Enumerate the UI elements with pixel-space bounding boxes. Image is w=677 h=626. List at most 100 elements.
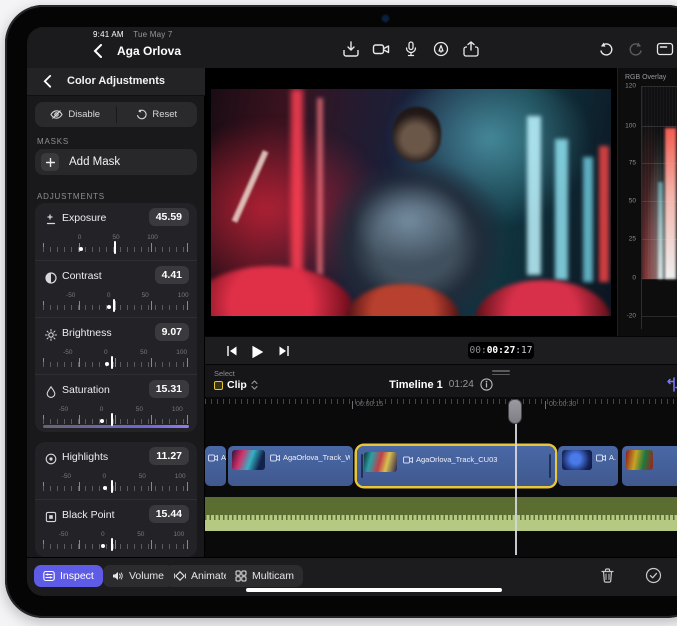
axis-label: 100 bbox=[620, 123, 636, 130]
axis-label: 25 bbox=[620, 236, 636, 243]
magnetic-timeline-icon[interactable] bbox=[667, 377, 677, 392]
waveform-peak bbox=[665, 128, 676, 279]
slider-value[interactable]: 15.44 bbox=[149, 505, 189, 523]
inspect-button[interactable]: Inspect bbox=[34, 565, 103, 587]
timeline-clip[interactable]: A... bbox=[558, 446, 618, 486]
multicam-label: Multicam bbox=[252, 570, 294, 582]
timeline-clip[interactable] bbox=[622, 446, 677, 486]
slider-value[interactable]: 11.27 bbox=[149, 447, 189, 465]
slider-value[interactable]: 15.31 bbox=[149, 380, 189, 398]
status-date: Tue May 7 bbox=[133, 30, 172, 39]
tick-label: 0 bbox=[107, 292, 111, 299]
inspector-icon bbox=[43, 570, 55, 582]
value-marker[interactable] bbox=[111, 538, 113, 551]
audio-track[interactable] bbox=[205, 497, 677, 531]
skip-forward-icon[interactable] bbox=[277, 344, 291, 358]
clip-name: AgaOrlova_Track_Wid... bbox=[283, 453, 350, 462]
tick-label: 100 bbox=[173, 531, 184, 538]
clip-name: A... bbox=[609, 453, 616, 462]
slider-ruler[interactable]: 0 50 100 bbox=[43, 234, 189, 256]
timeline-body: 00:00:15 00:00:30 Ag... AgaOrlova_Track_… bbox=[205, 397, 677, 558]
axis-label: -20 bbox=[620, 313, 636, 320]
tick-label: -50 bbox=[59, 406, 68, 413]
minor-ticks bbox=[43, 362, 189, 367]
project-title[interactable]: Aga Orlova bbox=[117, 44, 181, 58]
tick-label: 100 bbox=[147, 234, 158, 241]
record-audio-icon[interactable] bbox=[402, 41, 420, 57]
slider-value[interactable]: 9.07 bbox=[155, 323, 189, 341]
tick-label: 100 bbox=[178, 292, 189, 299]
back-chevron-icon[interactable] bbox=[93, 44, 103, 57]
slider-ruler[interactable]: -50 0 50 100 bbox=[43, 349, 189, 371]
record-video-icon[interactable] bbox=[372, 41, 390, 57]
slider-brightness: Brightness 9.07 -50 0 50 100 bbox=[35, 317, 197, 374]
import-icon[interactable] bbox=[342, 41, 360, 57]
slider-ruler[interactable]: -50 0 50 100 bbox=[43, 531, 189, 553]
value-marker[interactable] bbox=[111, 356, 113, 369]
viewer-area: RGB Overlay 120 100 75 50 25 0 -20 bbox=[205, 68, 677, 336]
tick-label: -50 bbox=[59, 531, 68, 538]
slider-ruler[interactable]: -50 0 50 100 bbox=[43, 473, 189, 495]
scope-plot bbox=[641, 86, 677, 329]
tick-label: 100 bbox=[172, 406, 183, 413]
browser-panel-icon[interactable] bbox=[656, 41, 674, 57]
disable-reset-group: Disable Reset bbox=[35, 102, 197, 127]
info-icon[interactable] bbox=[480, 378, 493, 391]
timeline-clip[interactable]: Ag... bbox=[205, 446, 226, 486]
drummer-head bbox=[393, 107, 441, 161]
playhead-handle[interactable] bbox=[508, 399, 522, 424]
pencil-tool-icon[interactable] bbox=[432, 41, 450, 57]
disable-button[interactable]: Disable bbox=[35, 102, 116, 127]
slider-label: Saturation bbox=[62, 384, 110, 396]
trim-handle-left[interactable] bbox=[361, 454, 363, 478]
slider-saturation: Saturation 15.31 -50 0 50 100 bbox=[35, 374, 197, 431]
eye-slash-icon bbox=[50, 109, 63, 120]
volume-button[interactable]: Volume bbox=[103, 565, 173, 587]
slider-value[interactable]: 45.59 bbox=[149, 208, 189, 226]
timeline-clip-selected[interactable]: AgaOrlova_Track_CU03 bbox=[357, 446, 555, 486]
trash-icon[interactable] bbox=[599, 567, 616, 584]
tick-label: 0 bbox=[78, 234, 82, 241]
timecode-display[interactable]: 00: 00:27 :17 bbox=[468, 342, 534, 359]
clip-thumbnail bbox=[232, 450, 265, 470]
value-marker[interactable] bbox=[111, 413, 113, 426]
status-time: 9:41 AM bbox=[93, 30, 124, 39]
play-button[interactable] bbox=[249, 344, 265, 358]
timeline-ruler[interactable]: 00:00:15 00:00:30 bbox=[205, 397, 677, 413]
axis-label: 75 bbox=[620, 160, 636, 167]
timeline-clip[interactable]: AgaOrlova_Track_Wid... bbox=[228, 446, 353, 486]
plus-icon bbox=[41, 153, 59, 171]
trim-handle-right[interactable] bbox=[549, 454, 551, 478]
minor-ticks bbox=[43, 247, 189, 252]
clip-name: Ag... bbox=[221, 453, 226, 462]
slider-ruler[interactable]: -50 0 50 100 bbox=[43, 292, 189, 314]
value-marker[interactable] bbox=[111, 480, 113, 493]
home-indicator[interactable] bbox=[246, 588, 502, 592]
timeline-drag-handle[interactable] bbox=[492, 370, 510, 377]
contrast-icon bbox=[45, 271, 57, 283]
slider-ruler[interactable]: -50 0 50 100 bbox=[43, 406, 189, 428]
redo-icon[interactable] bbox=[627, 41, 645, 57]
share-icon[interactable] bbox=[462, 41, 480, 57]
slider-label: Brightness bbox=[62, 327, 112, 339]
neon-red-bar bbox=[291, 89, 303, 289]
check-circle-icon[interactable] bbox=[645, 567, 662, 584]
minor-ticks bbox=[43, 419, 189, 424]
undo-icon[interactable] bbox=[597, 41, 615, 57]
value-marker[interactable] bbox=[114, 241, 116, 254]
add-mask-button[interactable]: Add Mask bbox=[35, 149, 197, 175]
tick-label: 100 bbox=[175, 473, 186, 480]
multicam-button[interactable]: Multicam bbox=[226, 565, 303, 587]
audio-waveform bbox=[205, 515, 677, 520]
slider-label: Black Point bbox=[62, 509, 115, 521]
clip-name: AgaOrlova_Track_CU03 bbox=[416, 455, 497, 464]
skip-back-icon[interactable] bbox=[225, 344, 239, 358]
reset-button[interactable]: Reset bbox=[117, 102, 198, 127]
timeline-title[interactable]: Timeline 1 bbox=[389, 379, 443, 391]
value-marker[interactable] bbox=[113, 299, 115, 312]
rgb-overlay-scope: RGB Overlay 120 100 75 50 25 0 -20 bbox=[617, 68, 677, 336]
neon-cyan-bar-3 bbox=[583, 157, 593, 282]
video-preview bbox=[211, 89, 611, 316]
clip-thumbnail bbox=[562, 450, 592, 470]
slider-value[interactable]: 4.41 bbox=[155, 266, 189, 284]
